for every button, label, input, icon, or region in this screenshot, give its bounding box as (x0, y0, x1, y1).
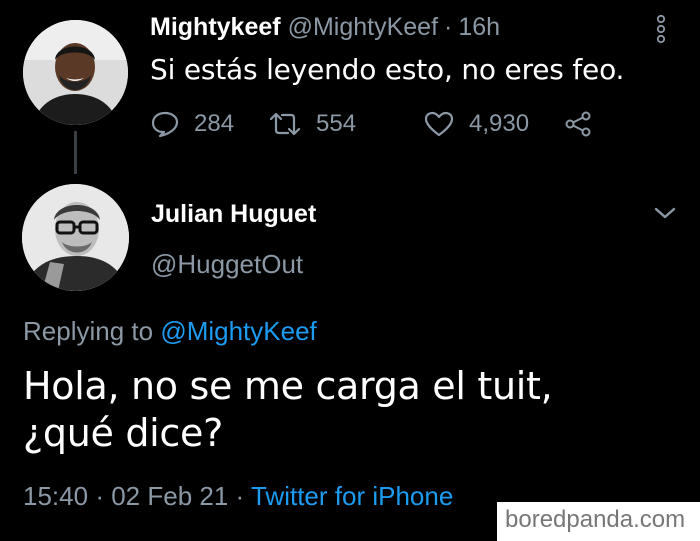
reply-action[interactable]: 284 (150, 110, 268, 138)
chevron-down-icon[interactable] (654, 206, 676, 220)
meta-separator-2: · (235, 481, 245, 511)
replying-prefix: Replying to (23, 316, 154, 346)
avatar-image (22, 184, 129, 291)
reply-time[interactable]: 15:40 (23, 481, 88, 511)
share-action[interactable] (563, 110, 593, 138)
reply-meta: 15:40 · 02 Feb 21 · Twitter for iPhone (23, 481, 453, 512)
retweet-icon (269, 112, 301, 136)
retweet-count: 554 (316, 110, 357, 137)
like-action[interactable]: 4,930 (423, 110, 563, 138)
avatar-image (23, 20, 128, 125)
tweet-age[interactable]: 16h (458, 13, 500, 42)
share-icon (565, 111, 591, 137)
meta-separator-1: · (95, 481, 104, 511)
reply-text-line-1: Hola, no se me carga el tuit, (23, 364, 553, 408)
avatar-mightykeef[interactable] (23, 20, 128, 125)
reply-date[interactable]: 02 Feb 21 (111, 481, 228, 511)
reply-tweet-text: Hola, no se me carga el tuit, ¿qué dice? (23, 363, 553, 457)
heart-icon (424, 111, 454, 137)
reply-author-name[interactable]: Julian Huguet (151, 200, 316, 229)
thread-connector-line (74, 131, 77, 174)
parent-tweet-header: Mightykeef @MightyKeef · 16h (150, 13, 500, 49)
author-name[interactable]: Mightykeef (150, 13, 281, 42)
reply-author-handle[interactable]: @HuggetOut (151, 249, 303, 280)
header-separator: · (444, 13, 453, 41)
parent-tweet-text: Si estás leyendo esto, no eres feo. (150, 53, 625, 86)
tweet-actions: 284 554 4,930 (150, 106, 593, 142)
like-count: 4,930 (469, 110, 530, 137)
reply-count: 284 (194, 110, 235, 137)
reply-text-line-2: ¿qué dice? (23, 411, 223, 455)
replying-to: Replying to @MightyKeef (23, 316, 317, 347)
reply-source[interactable]: Twitter for iPhone (251, 481, 453, 511)
retweet-action[interactable]: 554 (268, 110, 423, 138)
more-options-icon[interactable] (654, 14, 668, 44)
author-handle[interactable]: @MightyKeef (288, 13, 438, 42)
watermark: boredpanda.com (505, 506, 686, 533)
avatar-julian-huguet[interactable] (22, 184, 129, 291)
replying-to-mention[interactable]: @MightyKeef (160, 316, 316, 346)
reply-icon (151, 111, 179, 138)
